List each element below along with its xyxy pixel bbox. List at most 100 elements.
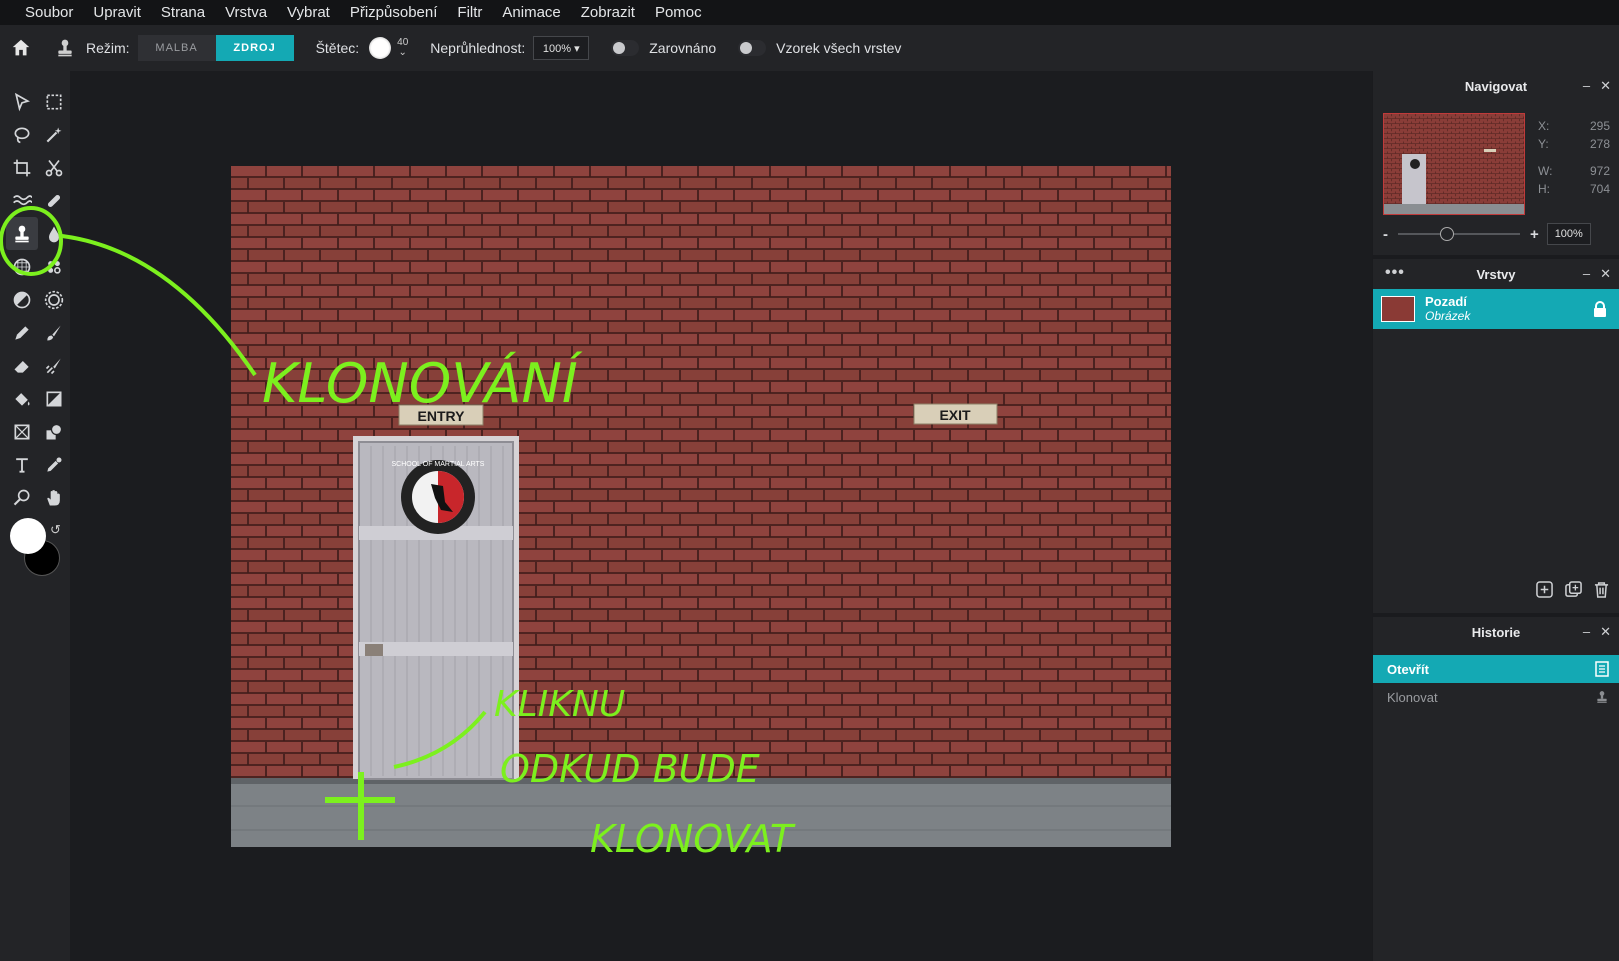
trash-icon[interactable] xyxy=(1594,581,1609,603)
layer-actions xyxy=(1536,581,1609,603)
mode-paint-button[interactable]: MALBA xyxy=(137,35,216,61)
navigator-coords: X: 295 Y: 278 W: 972 H: 704 xyxy=(1538,119,1610,200)
clone-stamp-tool-icon[interactable] xyxy=(6,217,38,250)
foreground-color-swatch[interactable] xyxy=(10,518,46,554)
minimize-icon[interactable]: – xyxy=(1583,624,1590,640)
home-icon[interactable] xyxy=(8,35,34,61)
blur-tool-icon[interactable] xyxy=(38,217,70,250)
layers-panel: ••• Vrstvy – ✕ Pozadí Obrázek xyxy=(1373,259,1619,613)
y-value: 278 xyxy=(1589,137,1610,151)
zoom-input[interactable]: 100% xyxy=(1546,223,1591,245)
mode-toggle: MALBA ZDROJ xyxy=(137,35,294,61)
zoom-slider[interactable] xyxy=(1398,227,1520,241)
layers-title: Vrstvy xyxy=(1476,266,1516,282)
aligned-label: Zarovnáno xyxy=(649,40,717,56)
opacity-dropdown[interactable]: 100% ▾ xyxy=(533,36,590,60)
navigator-title: Navigovat xyxy=(1464,78,1528,94)
minimize-icon[interactable]: – xyxy=(1583,78,1590,94)
layer-thumbnail xyxy=(1381,296,1415,322)
w-value: 972 xyxy=(1589,164,1610,178)
photo-image: SCHOOL OF MARTIAL ARTS ENTRY EXIT xyxy=(231,166,1171,847)
crop-tool-icon[interactable] xyxy=(6,151,38,184)
pencil-tool-icon[interactable] xyxy=(6,316,38,349)
navigator-thumbnail[interactable] xyxy=(1383,113,1525,215)
move-tool-icon[interactable] xyxy=(6,85,38,118)
layer-type: Obrázek xyxy=(1425,309,1471,323)
sample-all-layers-label: Vzorek všech vrstev xyxy=(776,40,902,56)
smudge-tool-icon[interactable] xyxy=(38,349,70,382)
frame-tool-icon[interactable] xyxy=(6,415,38,448)
close-icon[interactable]: ✕ xyxy=(1600,266,1611,282)
menu-zobrazit[interactable]: Zobrazit xyxy=(571,0,645,25)
opacity-label: Neprůhlednost: xyxy=(430,40,526,56)
zoom-out-button[interactable]: - xyxy=(1383,226,1388,243)
healing-brush-icon[interactable] xyxy=(38,184,70,217)
brush-tool-icon[interactable] xyxy=(38,316,70,349)
menu-prizpusobeni[interactable]: Přizpůsobení xyxy=(340,0,448,25)
lock-icon[interactable] xyxy=(1593,301,1607,322)
chevron-down-icon: ⌄ xyxy=(398,47,407,58)
liquify-tool-icon[interactable] xyxy=(6,184,38,217)
mode-label: Režim: xyxy=(86,40,130,56)
x-label: X: xyxy=(1538,119,1550,133)
door-logo-text: SCHOOL OF MARTIAL ARTS xyxy=(392,461,485,468)
sponge-tool-icon[interactable] xyxy=(38,250,70,283)
pattern-tool-icon[interactable] xyxy=(6,250,38,283)
y-label: Y: xyxy=(1538,137,1549,151)
zoom-control: - + 100% xyxy=(1383,222,1611,246)
sample-all-layers-toggle[interactable] xyxy=(738,40,767,56)
menu-bar: Soubor Upravit Strana Vrstva Vybrat Přiz… xyxy=(0,0,1619,25)
entry-sign: ENTRY xyxy=(418,408,466,424)
exit-sign: EXIT xyxy=(939,407,971,423)
h-label: H: xyxy=(1538,182,1550,196)
navigator-panel: Navigovat – ✕ X: 295 Y: 278 W: 972 H: 704 - xyxy=(1373,71,1619,255)
add-layer-icon[interactable] xyxy=(1536,581,1553,603)
swap-colors-icon[interactable]: ↺ xyxy=(50,522,61,538)
magic-wand-icon[interactable] xyxy=(38,118,70,151)
document-icon xyxy=(1595,661,1609,680)
menu-upravit[interactable]: Upravit xyxy=(83,0,151,25)
document-canvas[interactable]: SCHOOL OF MARTIAL ARTS ENTRY EXIT xyxy=(231,166,1171,847)
eyedropper-icon[interactable] xyxy=(38,448,70,481)
history-item-open[interactable]: Otevřít xyxy=(1373,655,1619,683)
brush-label: Štětec: xyxy=(315,40,360,56)
history-item-clone[interactable]: Klonovat xyxy=(1373,683,1619,711)
menu-pomoc[interactable]: Pomoc xyxy=(645,0,712,25)
brush-preview[interactable] xyxy=(369,37,392,59)
zoom-tool-icon[interactable] xyxy=(6,481,38,514)
minimize-icon[interactable]: – xyxy=(1583,266,1590,282)
w-label: W: xyxy=(1538,164,1553,178)
menu-animace[interactable]: Animace xyxy=(492,0,570,25)
sharpen-tool-icon[interactable] xyxy=(38,283,70,316)
duplicate-layer-icon[interactable] xyxy=(1565,581,1582,603)
layer-row[interactable]: Pozadí Obrázek xyxy=(1373,289,1619,329)
hand-tool-icon[interactable] xyxy=(38,481,70,514)
layer-name: Pozadí xyxy=(1425,294,1467,309)
zoom-in-button[interactable]: + xyxy=(1530,226,1539,243)
history-item-label: Otevřít xyxy=(1387,661,1429,677)
more-options-icon[interactable]: ••• xyxy=(1385,264,1405,282)
menu-strana[interactable]: Strana xyxy=(151,0,215,25)
close-icon[interactable]: ✕ xyxy=(1600,78,1611,94)
menu-filtr[interactable]: Filtr xyxy=(447,0,492,25)
eraser-tool-icon[interactable] xyxy=(6,349,38,382)
gradient-tool-icon[interactable] xyxy=(38,382,70,415)
mode-source-button[interactable]: ZDROJ xyxy=(215,35,294,61)
aligned-toggle[interactable] xyxy=(611,40,640,56)
text-tool-icon[interactable] xyxy=(6,448,38,481)
lasso-tool-icon[interactable] xyxy=(6,118,38,151)
marquee-tool-icon[interactable] xyxy=(38,85,70,118)
history-title: Historie xyxy=(1471,624,1521,640)
dodge-burn-icon[interactable] xyxy=(6,283,38,316)
shape-tool-icon[interactable] xyxy=(38,415,70,448)
menu-vybrat[interactable]: Vybrat xyxy=(277,0,340,25)
menu-vrstva[interactable]: Vrstva xyxy=(215,0,277,25)
zoom-slider-handle[interactable] xyxy=(1440,227,1454,241)
menu-soubor[interactable]: Soubor xyxy=(15,0,83,25)
history-panel: Historie – ✕ Otevřít Klonovat xyxy=(1373,617,1619,961)
brush-size-control[interactable]: 40 ⌄ xyxy=(397,38,408,58)
options-bar: Režim: MALBA ZDROJ Štětec: 40 ⌄ Neprůhle… xyxy=(0,25,1619,71)
paint-bucket-icon[interactable] xyxy=(6,382,38,415)
cut-tool-icon[interactable] xyxy=(38,151,70,184)
close-icon[interactable]: ✕ xyxy=(1600,624,1611,640)
